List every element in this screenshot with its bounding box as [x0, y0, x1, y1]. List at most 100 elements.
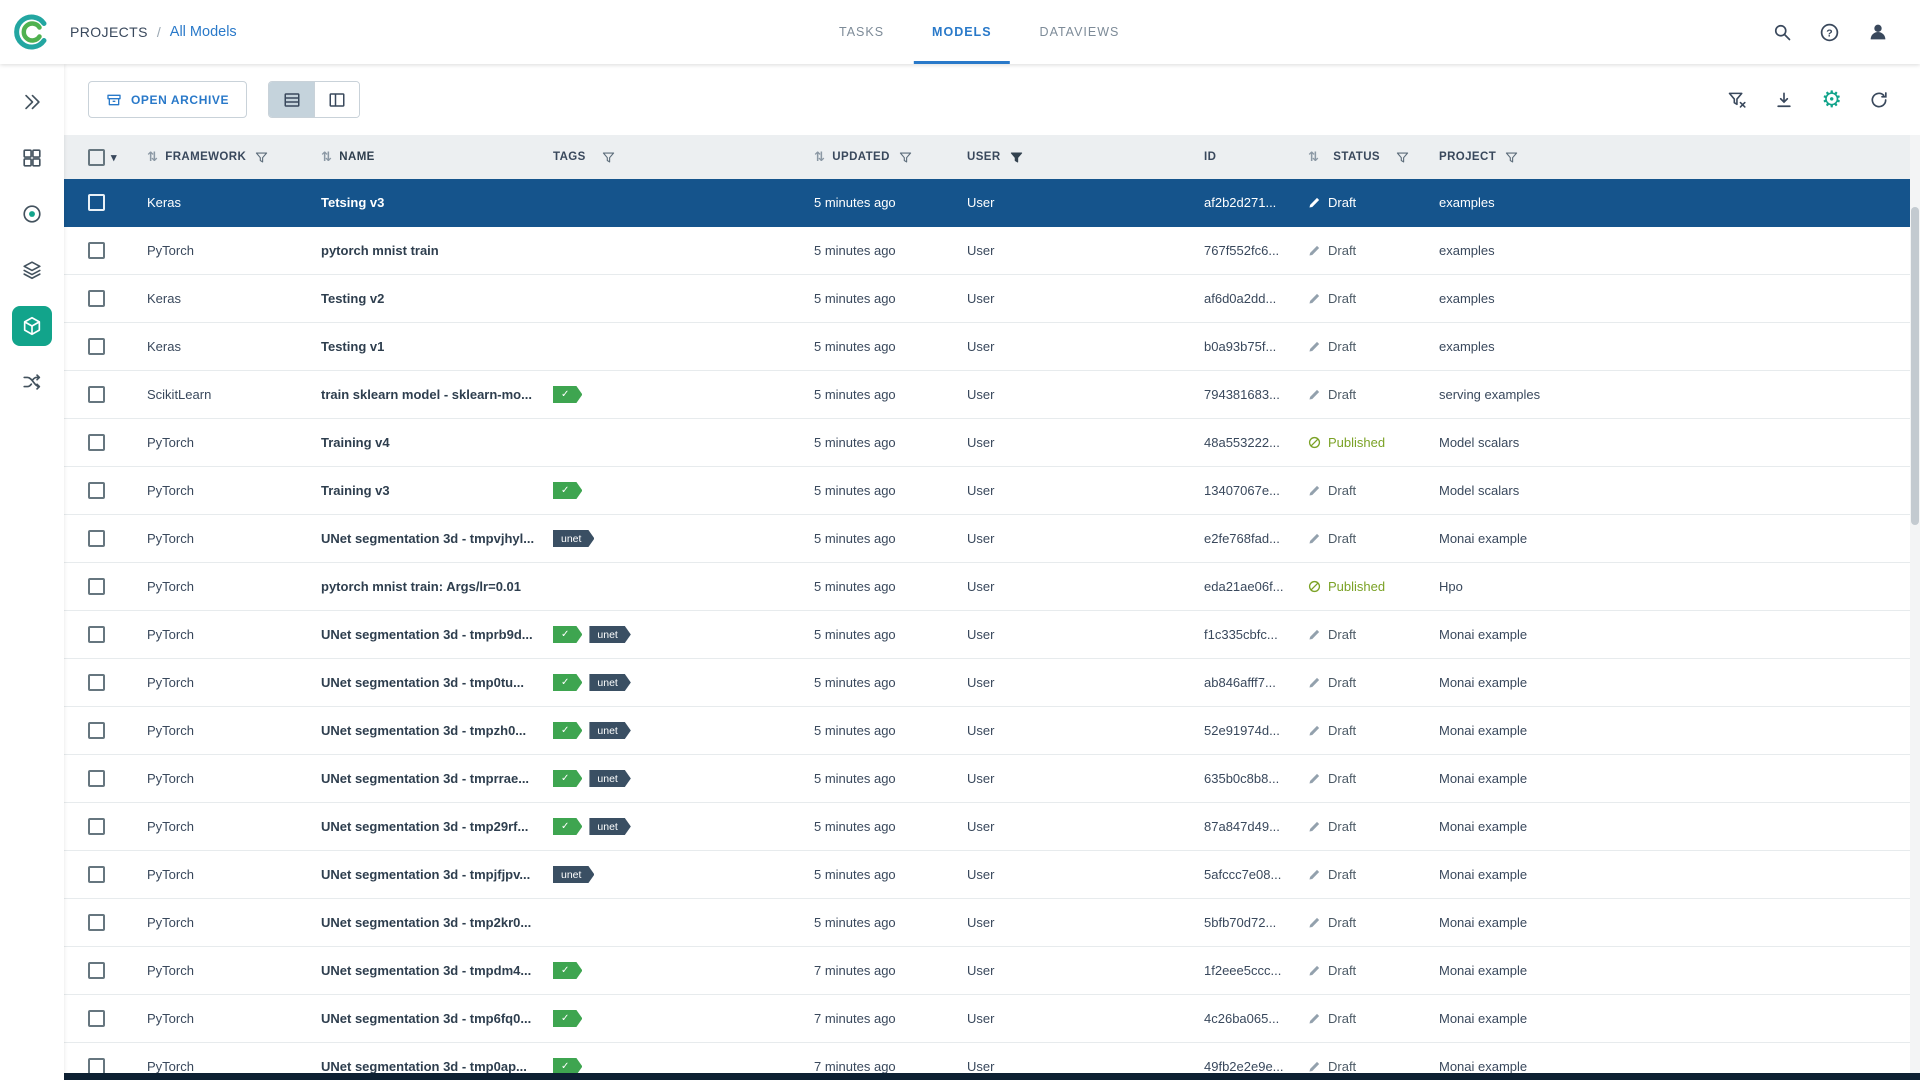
model-name-cell[interactable]: train sklearn model - sklearn-mo... — [321, 387, 553, 402]
caret-down-icon[interactable]: ▾ — [111, 151, 117, 164]
download-icon[interactable] — [1774, 90, 1794, 110]
scrollbar-thumb[interactable] — [1911, 207, 1919, 525]
sort-icon[interactable]: ⇅ — [814, 150, 825, 165]
table-row[interactable]: ScikitLearn train sklearn model - sklear… — [64, 371, 1920, 419]
refresh-icon[interactable] — [1869, 90, 1889, 110]
model-name-cell[interactable]: Testing v2 — [321, 291, 553, 306]
datasets-icon[interactable] — [12, 194, 52, 234]
model-name-cell[interactable]: UNet segmentation 3d - tmp2kr0... — [321, 915, 553, 930]
user-avatar-icon[interactable] — [1867, 21, 1889, 43]
sort-icon[interactable]: ⇅ — [321, 150, 332, 165]
model-name-cell[interactable]: UNet segmentation 3d - tmprrae... — [321, 771, 553, 786]
row-checkbox[interactable] — [88, 482, 105, 499]
filter-icon[interactable] — [602, 151, 615, 164]
clearml-logo-icon[interactable] — [0, 12, 64, 52]
open-archive-button[interactable]: OPEN ARCHIVE — [88, 81, 247, 118]
row-checkbox[interactable] — [88, 626, 105, 643]
row-checkbox[interactable] — [88, 1010, 105, 1027]
filter-icon[interactable] — [1396, 151, 1409, 164]
filter-icon[interactable] — [1010, 151, 1023, 164]
projects-icon[interactable] — [12, 138, 52, 178]
table-row[interactable]: PyTorch UNet segmentation 3d - tmpzh0...… — [64, 707, 1920, 755]
gear-icon[interactable]: ⚙ — [1821, 89, 1842, 111]
table-row[interactable]: PyTorch pytorch mnist train 5 minutes ag… — [64, 227, 1920, 275]
row-checkbox[interactable] — [88, 962, 105, 979]
model-name-cell[interactable]: UNet segmentation 3d - tmpjfjpv... — [321, 867, 553, 882]
expand-icon[interactable] — [12, 82, 52, 122]
row-checkbox[interactable] — [88, 818, 105, 835]
table-row[interactable]: PyTorch UNet segmentation 3d - tmprrae..… — [64, 755, 1920, 803]
column-header-user[interactable]: USER — [967, 151, 1204, 164]
model-name-cell[interactable]: Testing v1 — [321, 339, 553, 354]
model-name-cell[interactable]: UNet segmentation 3d - tmpdm4... — [321, 963, 553, 978]
column-header-project[interactable]: PROJECT — [1439, 151, 1920, 164]
tags-cell: ✓ — [553, 962, 814, 979]
select-all-checkbox[interactable] — [88, 149, 105, 166]
row-checkbox[interactable] — [88, 242, 105, 259]
model-name-cell[interactable]: Training v3 — [321, 483, 553, 498]
breadcrumb-current-all-models[interactable]: All Models — [170, 24, 237, 40]
row-checkbox[interactable] — [88, 530, 105, 547]
row-checkbox[interactable] — [88, 770, 105, 787]
column-header-status[interactable]: ⇅STATUS — [1308, 150, 1439, 165]
model-name-cell[interactable]: UNet segmentation 3d - tmprb9d... — [321, 627, 553, 642]
model-name-cell[interactable]: UNet segmentation 3d - tmp0ap... — [321, 1059, 553, 1074]
pipelines-icon[interactable] — [12, 250, 52, 290]
tab-tasks[interactable]: TASKS — [815, 0, 908, 64]
tab-dataviews[interactable]: DATAVIEWS — [1016, 0, 1144, 64]
filter-icon[interactable] — [255, 151, 268, 164]
model-name-cell[interactable]: UNet segmentation 3d - tmpzh0... — [321, 723, 553, 738]
model-name-cell[interactable]: Tetsing v3 — [321, 195, 553, 210]
row-checkbox[interactable] — [88, 434, 105, 451]
breadcrumb-projects[interactable]: PROJECTS — [70, 24, 148, 40]
table-row[interactable]: PyTorch UNet segmentation 3d - tmp29rf..… — [64, 803, 1920, 851]
table-row[interactable]: PyTorch UNet segmentation 3d - tmprb9d..… — [64, 611, 1920, 659]
table-row[interactable]: Keras Tetsing v3 5 minutes ago User af2b… — [64, 179, 1920, 227]
model-name-cell[interactable]: pytorch mnist train: Args/lr=0.01 — [321, 579, 553, 594]
row-checkbox[interactable] — [88, 386, 105, 403]
workers-queues-icon[interactable] — [12, 362, 52, 402]
table-row[interactable]: Keras Testing v1 5 minutes ago User b0a9… — [64, 323, 1920, 371]
row-checkbox[interactable] — [88, 914, 105, 931]
model-name-cell[interactable]: Training v4 — [321, 435, 553, 450]
sort-icon[interactable]: ⇅ — [1308, 150, 1319, 165]
model-name-cell[interactable]: pytorch mnist train — [321, 243, 553, 258]
model-name-cell[interactable]: UNet segmentation 3d - tmp29rf... — [321, 819, 553, 834]
filter-icon[interactable] — [899, 151, 912, 164]
row-checkbox[interactable] — [88, 674, 105, 691]
tab-models[interactable]: MODELS — [908, 0, 1015, 64]
model-name-cell[interactable]: UNet segmentation 3d - tmpvjhyl... — [321, 531, 553, 546]
column-header-updated[interactable]: ⇅UPDATED — [814, 150, 967, 165]
row-checkbox[interactable] — [88, 866, 105, 883]
table-row[interactable]: PyTorch UNet segmentation 3d - tmpvjhyl.… — [64, 515, 1920, 563]
row-checkbox[interactable] — [88, 722, 105, 739]
row-checkbox[interactable] — [88, 290, 105, 307]
model-name-cell[interactable]: UNet segmentation 3d - tmp0tu... — [321, 675, 553, 690]
table-row[interactable]: PyTorch pytorch mnist train: Args/lr=0.0… — [64, 563, 1920, 611]
column-header-id[interactable]: ID — [1204, 151, 1308, 163]
table-row[interactable]: PyTorch Training v4 5 minutes ago User 4… — [64, 419, 1920, 467]
table-view-button[interactable] — [269, 82, 314, 117]
table-row[interactable]: PyTorch Training v3 ✓ 5 minutes ago User… — [64, 467, 1920, 515]
search-icon[interactable] — [1772, 22, 1792, 42]
table-row[interactable]: Keras Testing v2 5 minutes ago User af6d… — [64, 275, 1920, 323]
row-checkbox[interactable] — [88, 338, 105, 355]
models-icon[interactable] — [12, 306, 52, 346]
table-row[interactable]: PyTorch UNet segmentation 3d - tmp0tu...… — [64, 659, 1920, 707]
column-header-name[interactable]: ⇅NAME — [321, 150, 553, 165]
table-row[interactable]: PyTorch UNet segmentation 3d - tmp6fq0..… — [64, 995, 1920, 1043]
column-header-framework[interactable]: ⇅FRAMEWORK — [147, 150, 321, 165]
table-row[interactable]: PyTorch UNet segmentation 3d - tmpdm4...… — [64, 947, 1920, 995]
row-checkbox[interactable] — [88, 194, 105, 211]
row-checkbox[interactable] — [88, 578, 105, 595]
table-row[interactable]: PyTorch UNet segmentation 3d - tmp2kr0..… — [64, 899, 1920, 947]
table-row[interactable]: PyTorch UNet segmentation 3d - tmpjfjpv.… — [64, 851, 1920, 899]
status-label: Draft — [1328, 963, 1356, 978]
filter-reset-icon[interactable] — [1726, 89, 1747, 110]
sort-icon[interactable]: ⇅ — [147, 150, 158, 165]
help-icon[interactable]: ? — [1819, 22, 1840, 43]
card-view-button[interactable] — [314, 82, 359, 117]
filter-icon[interactable] — [1505, 151, 1518, 164]
model-name-cell[interactable]: UNet segmentation 3d - tmp6fq0... — [321, 1011, 553, 1026]
column-header-tags[interactable]: TAGS — [553, 151, 814, 164]
